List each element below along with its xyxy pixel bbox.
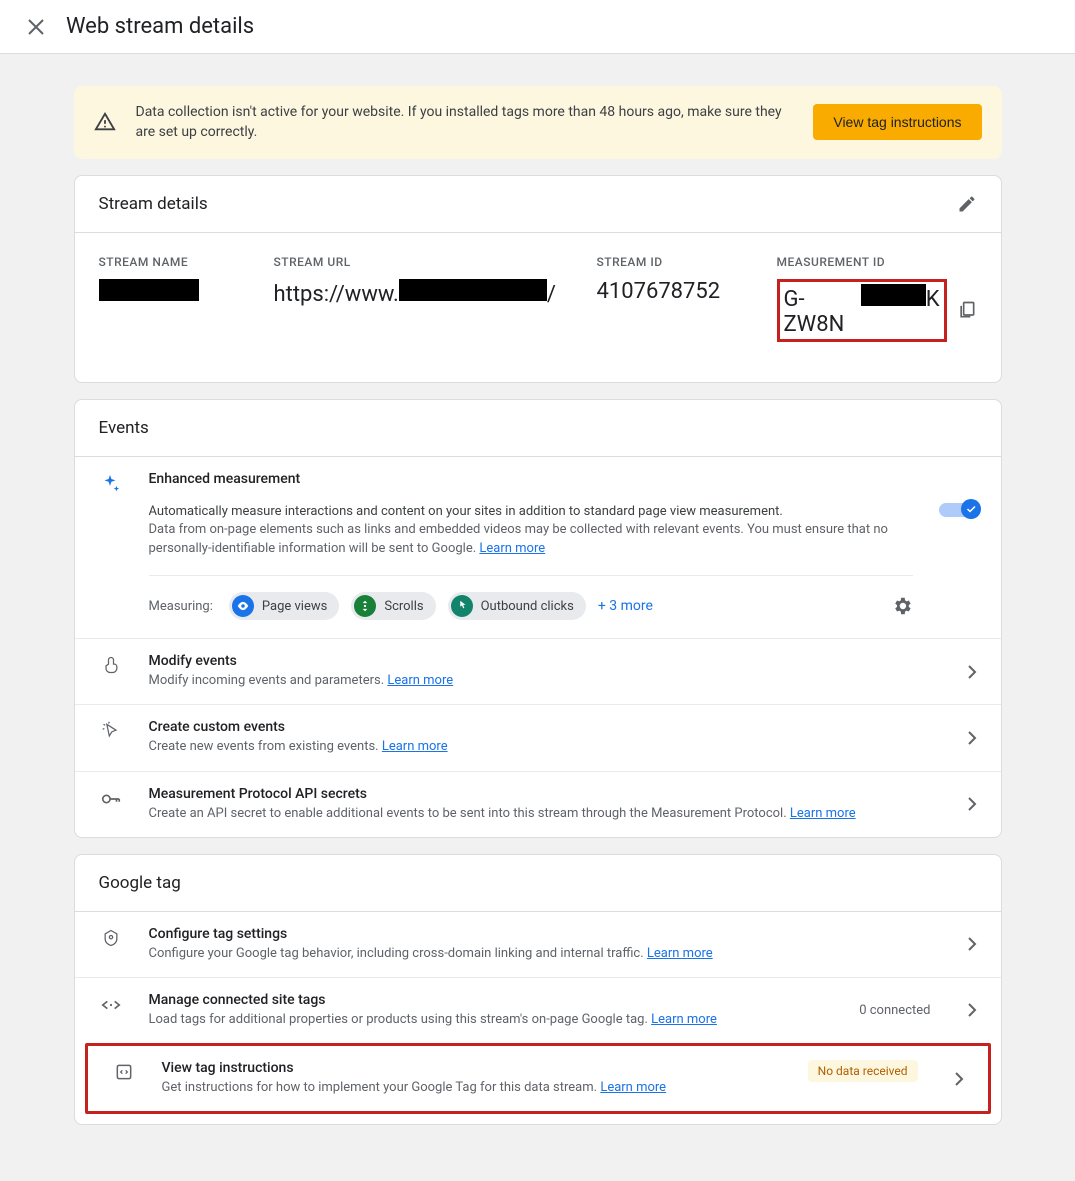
gear-icon[interactable]: [891, 595, 913, 617]
learn-more-link[interactable]: Learn more: [479, 541, 545, 556]
create-custom-events-row[interactable]: Create custom events Create new events f…: [75, 704, 1001, 770]
chevron-right-icon: [957, 936, 977, 952]
more-measurements-link[interactable]: + 3 more: [598, 598, 653, 614]
enhanced-measurement-row: Enhanced measurement Automatically measu…: [75, 456, 1001, 639]
row-desc: Modify incoming events and parameters. L…: [149, 672, 931, 690]
connected-count: 0 connected: [859, 1003, 930, 1018]
row-title: View tag instructions: [162, 1060, 782, 1076]
view-tag-instructions-button[interactable]: View tag instructions: [813, 104, 981, 140]
google-tag-card: Google tag Configure tag settings Config…: [74, 854, 1002, 1126]
page-views-chip: Page views: [229, 592, 339, 620]
learn-more-link[interactable]: Learn more: [382, 739, 448, 754]
measuring-label: Measuring:: [149, 599, 213, 614]
row-desc: Configure your Google tag behavior, incl…: [149, 945, 931, 963]
sparkle-icon: [99, 471, 123, 621]
stream-id-label: STREAM ID: [597, 255, 757, 269]
stream-details-card: Stream details STREAM NAME STREAM URL ht…: [74, 175, 1002, 383]
chevron-right-icon: [957, 730, 977, 746]
row-desc: Get instructions for how to implement yo…: [162, 1079, 782, 1097]
row-desc: Load tags for additional properties or p…: [149, 1011, 834, 1029]
row-title: Measurement Protocol API secrets: [149, 786, 931, 802]
learn-more-link[interactable]: Learn more: [651, 1012, 717, 1027]
api-secrets-row[interactable]: Measurement Protocol API secrets Create …: [75, 771, 1001, 837]
measurement-id-value: G-ZW8NK: [777, 279, 947, 342]
chevron-right-icon: [957, 796, 977, 812]
row-desc: Create an API secret to enable additiona…: [149, 805, 931, 823]
modify-events-row[interactable]: Modify events Modify incoming events and…: [75, 638, 1001, 704]
enhanced-measurement-desc: Automatically measure interactions and c…: [149, 503, 913, 560]
row-title: Create custom events: [149, 719, 931, 735]
row-title: Modify events: [149, 653, 931, 669]
eye-icon: [232, 595, 254, 617]
copy-icon[interactable]: [957, 300, 977, 320]
learn-more-link[interactable]: Learn more: [790, 806, 856, 821]
touch-icon: [99, 653, 123, 675]
learn-more-link[interactable]: Learn more: [387, 673, 453, 688]
learn-more-link[interactable]: Learn more: [647, 946, 713, 961]
page-title: Web stream details: [66, 14, 254, 39]
code-icon: [99, 992, 123, 1016]
tag-icon: [99, 926, 123, 948]
warning-icon: [94, 111, 116, 133]
learn-more-link[interactable]: Learn more: [600, 1080, 666, 1095]
view-tag-instructions-row[interactable]: View tag instructions Get instructions f…: [88, 1046, 988, 1111]
chevron-right-icon: [957, 664, 977, 680]
outbound-clicks-chip: Outbound clicks: [448, 592, 586, 620]
chevron-right-icon: [944, 1071, 964, 1087]
stream-id-value: 4107678752: [597, 279, 757, 304]
chevron-right-icon: [957, 1002, 977, 1018]
warning-text: Data collection isn't active for your we…: [136, 102, 794, 143]
no-data-badge: No data received: [808, 1060, 918, 1082]
manage-connected-tags-row[interactable]: Manage connected site tags Load tags for…: [75, 977, 1001, 1043]
stream-name-label: STREAM NAME: [99, 255, 254, 269]
google-tag-title: Google tag: [99, 873, 181, 893]
edit-icon[interactable]: [957, 194, 977, 214]
stream-name-value: [99, 279, 254, 305]
row-desc: Create new events from existing events. …: [149, 738, 931, 756]
row-title: Configure tag settings: [149, 926, 931, 942]
click-icon: [451, 595, 473, 617]
close-icon[interactable]: [24, 19, 48, 35]
enhanced-measurement-toggle[interactable]: [939, 499, 977, 519]
stream-url-label: STREAM URL: [274, 255, 577, 269]
enhanced-measurement-title: Enhanced measurement: [149, 471, 913, 487]
configure-tag-settings-row[interactable]: Configure tag settings Configure your Go…: [75, 911, 1001, 977]
events-card: Events Enhanced measurement Automaticall…: [74, 399, 1002, 838]
warning-banner: Data collection isn't active for your we…: [74, 86, 1002, 159]
key-icon: [99, 786, 123, 810]
row-title: Manage connected site tags: [149, 992, 834, 1008]
scroll-icon: [354, 595, 376, 617]
cursor-icon: [99, 719, 123, 741]
instructions-icon: [112, 1060, 136, 1082]
scrolls-chip: Scrolls: [351, 592, 435, 620]
page-header: Web stream details: [0, 0, 1075, 54]
stream-details-title: Stream details: [99, 194, 208, 214]
events-title: Events: [99, 418, 149, 438]
stream-url-value: https://www./: [274, 279, 577, 307]
measurement-id-label: MEASUREMENT ID: [777, 255, 977, 269]
